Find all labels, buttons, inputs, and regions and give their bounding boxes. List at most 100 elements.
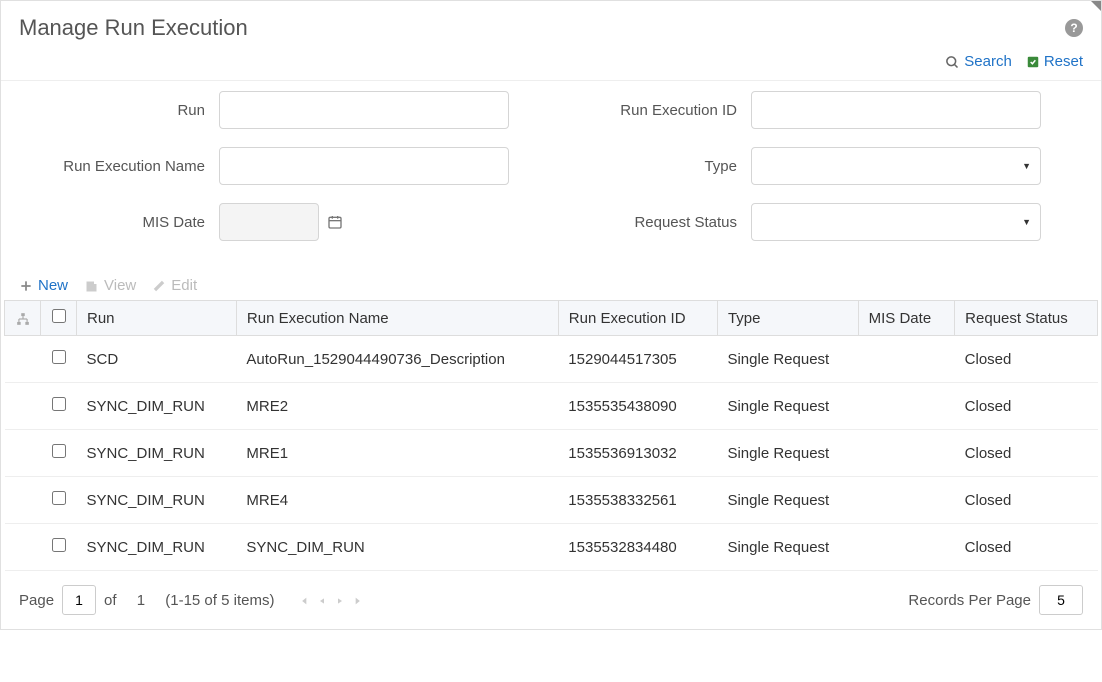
exec-name-label: Run Execution Name	[19, 158, 219, 175]
select-all-checkbox[interactable]	[52, 309, 66, 323]
cell-exec-name: MRE2	[236, 383, 558, 430]
new-label: New	[38, 277, 68, 294]
exec-id-input[interactable]	[751, 91, 1041, 129]
col-request-status[interactable]: Request Status	[955, 301, 1098, 336]
cell-exec-name: MRE4	[236, 477, 558, 524]
cell-type: Single Request	[717, 336, 858, 383]
row-checkbox[interactable]	[52, 444, 66, 458]
cell-exec-id: 1535536913032	[558, 430, 717, 477]
pagination-right: Records Per Page	[908, 585, 1083, 615]
cell-exec-id: 1535538332561	[558, 477, 717, 524]
cell-type: Single Request	[717, 524, 858, 571]
edit-label: Edit	[171, 277, 197, 294]
pager-arrows	[298, 593, 364, 608]
cell-type: Single Request	[717, 430, 858, 477]
tree-column-header	[5, 301, 41, 336]
row-checkbox[interactable]	[52, 491, 66, 505]
total-pages: 1	[137, 592, 145, 609]
range-text: (1-15 of 5 items)	[165, 592, 274, 609]
col-type[interactable]: Type	[717, 301, 858, 336]
view-icon	[84, 277, 99, 294]
table-row[interactable]: SCD AutoRun_1529044490736_Description 15…	[5, 336, 1098, 383]
mis-date-label: MIS Date	[19, 214, 219, 231]
col-exec-id[interactable]: Run Execution ID	[558, 301, 717, 336]
search-reset-bar: Search Reset	[1, 49, 1101, 81]
cell-exec-id: 1535535438090	[558, 383, 717, 430]
checkbox-column-header	[41, 301, 77, 336]
cell-run: SYNC_DIM_RUN	[77, 477, 237, 524]
exec-name-input[interactable]	[219, 147, 509, 185]
cell-exec-id: 1535532834480	[558, 524, 717, 571]
col-mis-date[interactable]: MIS Date	[858, 301, 955, 336]
new-button[interactable]: New	[19, 277, 68, 294]
results-table: Run Run Execution Name Run Execution ID …	[4, 300, 1098, 571]
table-row[interactable]: SYNC_DIM_RUN SYNC_DIM_RUN 1535532834480 …	[5, 524, 1098, 571]
table-row[interactable]: SYNC_DIM_RUN MRE2 1535535438090 Single R…	[5, 383, 1098, 430]
page-input[interactable]	[62, 585, 96, 615]
type-select[interactable]	[751, 147, 1041, 185]
exec-id-label: Run Execution ID	[551, 102, 751, 119]
filter-form: Run Run Execution ID Run Execution Name …	[1, 81, 1101, 269]
table-row[interactable]: SYNC_DIM_RUN MRE4 1535538332561 Single R…	[5, 477, 1098, 524]
cell-request-status: Closed	[955, 524, 1098, 571]
page-label: Page	[19, 592, 54, 609]
table-header-row: Run Run Execution Name Run Execution ID …	[5, 301, 1098, 336]
col-exec-name[interactable]: Run Execution Name	[236, 301, 558, 336]
cell-exec-name: SYNC_DIM_RUN	[236, 524, 558, 571]
pagination-bar: Page of 1 (1-15 of 5 items)	[1, 571, 1101, 629]
plus-icon	[19, 277, 33, 294]
request-status-label: Request Status	[551, 214, 751, 231]
search-button[interactable]: Search	[945, 53, 1012, 70]
edit-icon	[152, 277, 166, 294]
next-page-icon[interactable]	[336, 593, 344, 608]
cell-type: Single Request	[717, 477, 858, 524]
cell-run: SCD	[77, 336, 237, 383]
edit-button[interactable]: Edit	[152, 277, 197, 294]
cell-type: Single Request	[717, 383, 858, 430]
row-checkbox[interactable]	[52, 350, 66, 364]
calendar-icon[interactable]	[327, 213, 343, 231]
page-header: Manage Run Execution ?	[1, 1, 1101, 49]
cell-run: SYNC_DIM_RUN	[77, 524, 237, 571]
run-label: Run	[19, 102, 219, 119]
help-icon[interactable]: ?	[1065, 19, 1083, 37]
search-icon	[945, 53, 960, 70]
reset-button[interactable]: Reset	[1026, 53, 1083, 70]
view-button[interactable]: View	[84, 277, 136, 294]
col-run[interactable]: Run	[77, 301, 237, 336]
cell-mis-date	[858, 477, 955, 524]
corner-collapse-icon[interactable]	[1091, 1, 1101, 11]
view-label: View	[104, 277, 136, 294]
of-label: of	[104, 592, 117, 609]
rpp-label: Records Per Page	[908, 592, 1031, 609]
cell-request-status: Closed	[955, 383, 1098, 430]
first-page-icon[interactable]	[298, 593, 308, 608]
cell-exec-name: AutoRun_1529044490736_Description	[236, 336, 558, 383]
rpp-input[interactable]	[1039, 585, 1083, 615]
type-label: Type	[551, 158, 751, 175]
pagination-left: Page of 1 (1-15 of 5 items)	[19, 585, 364, 615]
request-status-select[interactable]	[751, 203, 1041, 241]
table-row[interactable]: SYNC_DIM_RUN MRE1 1535536913032 Single R…	[5, 430, 1098, 477]
cell-mis-date	[858, 383, 955, 430]
cell-mis-date	[858, 524, 955, 571]
cell-exec-name: MRE1	[236, 430, 558, 477]
reset-icon	[1026, 53, 1040, 70]
search-label: Search	[964, 53, 1012, 70]
cell-run: SYNC_DIM_RUN	[77, 430, 237, 477]
cell-run: SYNC_DIM_RUN	[77, 383, 237, 430]
cell-exec-id: 1529044517305	[558, 336, 717, 383]
run-input[interactable]	[219, 91, 509, 129]
cell-request-status: Closed	[955, 477, 1098, 524]
hierarchy-icon[interactable]	[16, 310, 30, 326]
row-checkbox[interactable]	[52, 397, 66, 411]
reset-label: Reset	[1044, 53, 1083, 70]
row-checkbox[interactable]	[52, 538, 66, 552]
mis-date-input[interactable]	[219, 203, 319, 241]
prev-page-icon[interactable]	[318, 593, 326, 608]
cell-mis-date	[858, 430, 955, 477]
table-toolbar: New View Edit	[1, 269, 1101, 300]
page-title: Manage Run Execution	[19, 15, 248, 41]
cell-mis-date	[858, 336, 955, 383]
last-page-icon[interactable]	[354, 593, 364, 608]
